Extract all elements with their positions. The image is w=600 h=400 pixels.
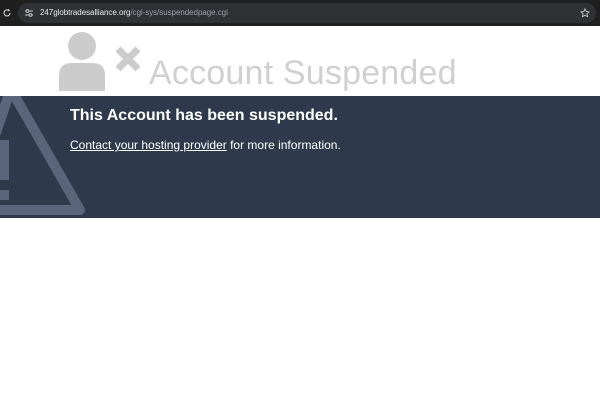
suspension-banner: This Account has been suspended. Contact…: [0, 96, 600, 218]
site-info-button[interactable]: [22, 6, 36, 20]
reload-icon: [3, 8, 11, 17]
url-domain: 247globtradesalliance.org: [40, 8, 131, 17]
url-path: /cgi-sys/suspendedpage.cgi: [130, 8, 228, 17]
message-suffix: for more information.: [226, 138, 341, 152]
user-suspended-icon: [59, 32, 141, 91]
url-text[interactable]: 247globtradesalliance.org/cgi-sys/suspen…: [40, 3, 228, 23]
bookmark-star-icon: [580, 8, 590, 18]
browser-toolbar: 247globtradesalliance.org/cgi-sys/suspen…: [0, 0, 600, 26]
bookmark-button[interactable]: [578, 6, 592, 20]
reload-button[interactable]: [0, 4, 14, 22]
suspension-heading: This Account has been suspended.: [70, 107, 338, 124]
contact-hosting-provider-link[interactable]: Contact your hosting provider: [70, 138, 227, 152]
site-info-icon: [25, 9, 33, 17]
suspension-message: Contact your hosting provider for more i…: [70, 137, 341, 153]
page-header: Account Suspended: [0, 26, 600, 96]
page-title: Account Suspended: [149, 54, 457, 92]
address-bar[interactable]: 247globtradesalliance.org/cgi-sys/suspen…: [18, 3, 596, 23]
